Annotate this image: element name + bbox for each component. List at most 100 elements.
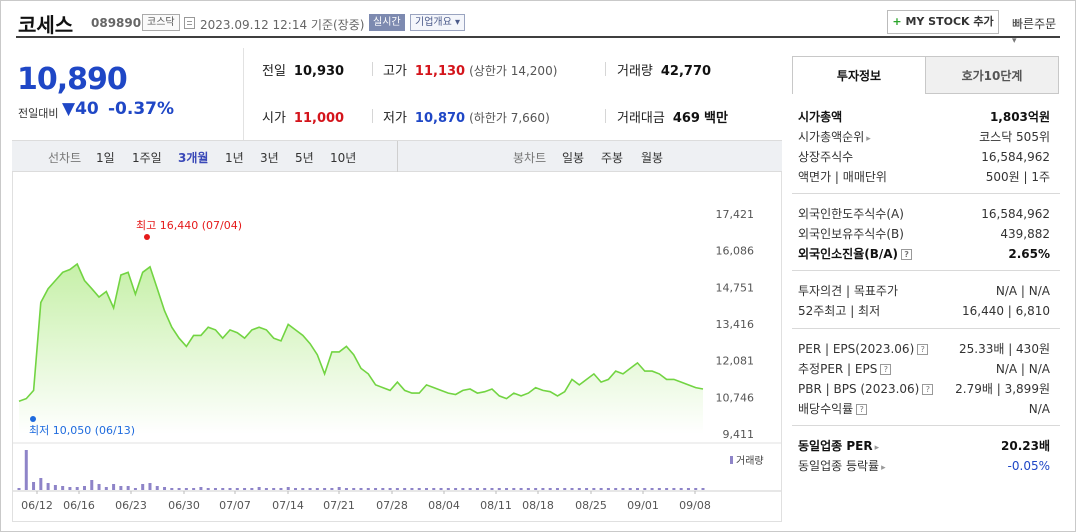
volume-bar	[592, 488, 596, 490]
info-label: 상장주식수	[798, 150, 854, 164]
volume-bar	[32, 482, 36, 490]
stat-label: 저가	[383, 111, 407, 126]
volume-bar	[512, 488, 516, 490]
volume-bar	[570, 488, 574, 490]
candle-chart-label: 봉차트	[513, 151, 547, 165]
info-row: 외국인한도주식수(A) 16,584,962	[798, 204, 1050, 224]
volume-bar	[366, 488, 370, 490]
info-label[interactable]: 동일업종 PER ▸	[798, 436, 879, 458]
divider	[372, 62, 373, 76]
info-value: 코스닥 505위	[979, 130, 1050, 144]
realtime-badge[interactable]: 실시간	[369, 14, 405, 31]
market-badge: 코스닥	[142, 14, 180, 31]
info-label: 배당수익률?	[798, 399, 868, 419]
upper-limit: (상한가 14,200)	[469, 64, 558, 78]
volume-bar	[243, 488, 247, 490]
info-label: 외국인보유주식수(B)	[798, 227, 904, 241]
stock-header: 코세스 089890 코스닥 2023.09.12 12:14 기준(장중) 실…	[16, 8, 1060, 46]
info-label: 외국인소진율(B/A)?	[798, 244, 913, 264]
volume-bar	[599, 488, 603, 490]
volume-bar	[701, 488, 705, 490]
info-label[interactable]: 동일업종 등락률 ▸	[798, 456, 886, 478]
volume-bar	[555, 488, 559, 490]
tab-investment-info[interactable]: 투자정보	[792, 56, 926, 94]
period-10y[interactable]: 10년	[330, 149, 356, 166]
volume-bar	[657, 488, 661, 490]
volume-bar	[155, 486, 159, 490]
info-row: 투자의견 | 목표주가 N/A | N/A	[798, 281, 1050, 301]
stat-volume: 거래량 42,770	[617, 60, 711, 79]
mystock-add-button[interactable]: + MY STOCK 추가	[887, 10, 999, 34]
info-value: 20.23배	[1001, 439, 1050, 453]
x-tick-label: 07/28	[376, 499, 408, 512]
current-price-box: 10,890 전일대비 ▼40 -0.37%	[12, 48, 243, 140]
x-tick-label: 08/11	[480, 499, 512, 512]
price-chart[interactable]: 17,421 16,086 14,751 13,416 12,081 10,746 9,41…	[12, 172, 782, 522]
info-row: 시가총액 1,803억원	[798, 107, 1050, 127]
help-icon[interactable]: ?	[922, 384, 934, 395]
quick-order-button[interactable]: 빠른주문 ▾	[1012, 15, 1060, 46]
quick-order-label: 빠른주문	[1012, 17, 1057, 31]
stock-name[interactable]: 코세스	[18, 9, 73, 38]
help-icon[interactable]: ?	[901, 249, 913, 260]
period-1d[interactable]: 1일	[96, 149, 115, 166]
volume-bar	[17, 488, 21, 490]
volume-bar	[90, 480, 94, 490]
x-tick-label: 09/08	[679, 499, 711, 512]
help-icon[interactable]: ?	[856, 404, 868, 415]
volume-bar	[636, 488, 640, 490]
period-3m[interactable]: 3개월	[178, 149, 208, 166]
info-label[interactable]: 시가총액순위 ▸	[798, 127, 871, 149]
candle-weekly[interactable]: 주봉	[601, 149, 623, 166]
period-1w[interactable]: 1주일	[132, 149, 162, 166]
volume-bar	[148, 483, 152, 490]
volume-bar	[344, 488, 348, 490]
volume-bar	[68, 487, 72, 490]
volume-bar	[417, 488, 421, 490]
info-row: 시가총액순위 ▸ 코스닥 505위	[798, 127, 1050, 147]
stat-value: 11,130	[414, 64, 466, 79]
divider	[243, 48, 244, 140]
tab-order-book[interactable]: 호가10단계	[925, 56, 1059, 94]
candle-daily[interactable]: 일봉	[562, 149, 584, 166]
volume-bar	[82, 486, 86, 490]
volume-bar	[359, 488, 363, 490]
volume-bar	[315, 488, 319, 490]
info-value: N/A | N/A	[995, 284, 1050, 298]
volume-bar	[497, 488, 501, 490]
x-tick-label: 06/23	[115, 499, 147, 512]
volume-bar	[228, 488, 232, 490]
help-icon[interactable]: ?	[880, 364, 892, 375]
volume-bar	[141, 484, 145, 490]
volume-bar	[381, 488, 385, 490]
divider	[792, 270, 1060, 271]
info-row: 동일업종 PER ▸ 20.23배	[798, 436, 1050, 456]
volume-bar	[294, 488, 298, 490]
x-tick-label: 06/30	[168, 499, 200, 512]
y-tick-label: 10,746	[716, 391, 755, 404]
candle-monthly[interactable]: 월봉	[641, 149, 663, 166]
volume-bar	[403, 488, 407, 490]
divider	[372, 109, 373, 123]
down-arrow-icon: ▼	[62, 99, 76, 119]
divider	[605, 109, 606, 123]
y-tick-label: 13,416	[716, 318, 755, 331]
volume-bar	[534, 488, 538, 490]
volume-bar	[286, 487, 290, 490]
volume-bar	[672, 488, 676, 490]
volume-bar	[475, 488, 479, 490]
period-3y[interactable]: 3년	[260, 149, 279, 166]
info-label: 추정PER | EPS?	[798, 359, 892, 379]
period-5y[interactable]: 5년	[295, 149, 314, 166]
help-icon[interactable]: ?	[917, 344, 929, 355]
line-chart-label: 선차트	[48, 151, 82, 165]
info-row: 상장주식수 16,584,962	[798, 147, 1050, 167]
volume-bar	[184, 488, 188, 490]
company-overview-dropdown[interactable]: 기업개요 ▾	[410, 14, 465, 31]
period-1y[interactable]: 1년	[225, 149, 244, 166]
volume-bar	[112, 484, 116, 490]
volume-bar	[563, 488, 567, 490]
stat-label: 고가	[383, 64, 407, 79]
volume-bar	[250, 488, 254, 490]
info-value: 25.33배 | 430원	[958, 342, 1050, 356]
